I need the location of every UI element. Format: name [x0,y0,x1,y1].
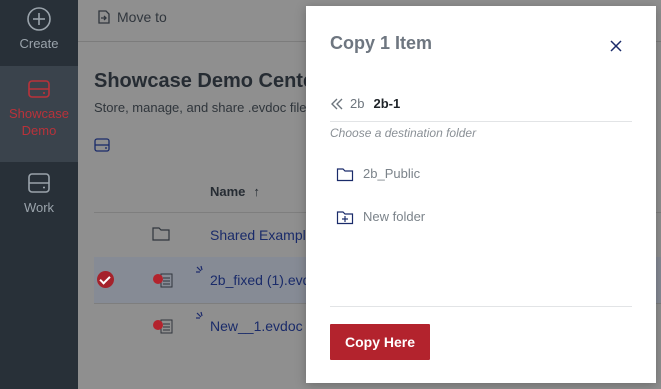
new-folder-button[interactable]: New folder [336,209,425,233]
row-name-link[interactable]: New__1.evdoc [210,318,303,334]
new-folder-icon [336,211,354,225]
copy-dialog: Copy 1 Item 2b 2b-1 Choose a destination … [306,6,656,383]
double-chevron-left-icon[interactable] [330,97,344,114]
spark-icon [195,311,207,326]
rail-item-create[interactable]: Create [0,6,78,64]
rail-item-showcase-label-2: Demo [21,123,57,138]
name-column-label: Name [210,184,246,199]
rail-item-work[interactable]: Work [0,170,78,230]
dialog-title: Copy 1 Item [330,33,433,53]
rail-item-work-label: Work [23,200,55,215]
breadcrumb: 2b 2b-1 [330,96,400,116]
selected-check-icon[interactable] [97,271,114,288]
breadcrumb-current: 2b-1 [373,96,401,111]
plus-circle-icon [27,7,51,31]
folder-icon [152,226,170,246]
move-to-label: Move to [117,9,167,25]
sort-arrow-icon: ↑ [253,184,260,199]
close-icon [610,40,622,52]
evdoc-file-icon [152,271,174,294]
evdoc-file-icon [152,317,174,340]
close-button[interactable] [606,36,626,56]
folder-item-2b-public[interactable]: 2b_Public [336,166,420,190]
name-column-header[interactable]: Name ↑ [210,184,260,199]
left-rail: Create Showcase Demo Work [0,0,78,389]
new-folder-label: New folder [363,209,426,224]
divider [330,306,632,307]
row-name-link[interactable]: Shared Examples [210,227,321,243]
folder-icon [336,168,354,182]
destination-hint: Choose a destination folder [330,126,477,140]
drive-icon [28,80,50,98]
breadcrumb-parent[interactable]: 2b [350,96,364,111]
copy-here-button[interactable]: Copy Here [330,324,430,360]
page-subtitle: Store, manage, and share .evdoc files [94,100,313,115]
spark-icon [195,265,207,280]
folder-item-label: 2b_Public [363,166,421,181]
drive-icon [28,173,50,193]
rail-item-showcase-demo[interactable]: Showcase Demo [0,66,78,162]
rail-item-showcase-label-1: Showcase [9,106,69,121]
move-to-button[interactable]: Move to [96,9,167,25]
storage-drive-icon [94,138,110,157]
rail-item-create-label: Create [19,36,59,51]
page-title: Showcase Demo Center [94,70,322,92]
move-to-icon [98,10,110,24]
divider [330,121,632,122]
